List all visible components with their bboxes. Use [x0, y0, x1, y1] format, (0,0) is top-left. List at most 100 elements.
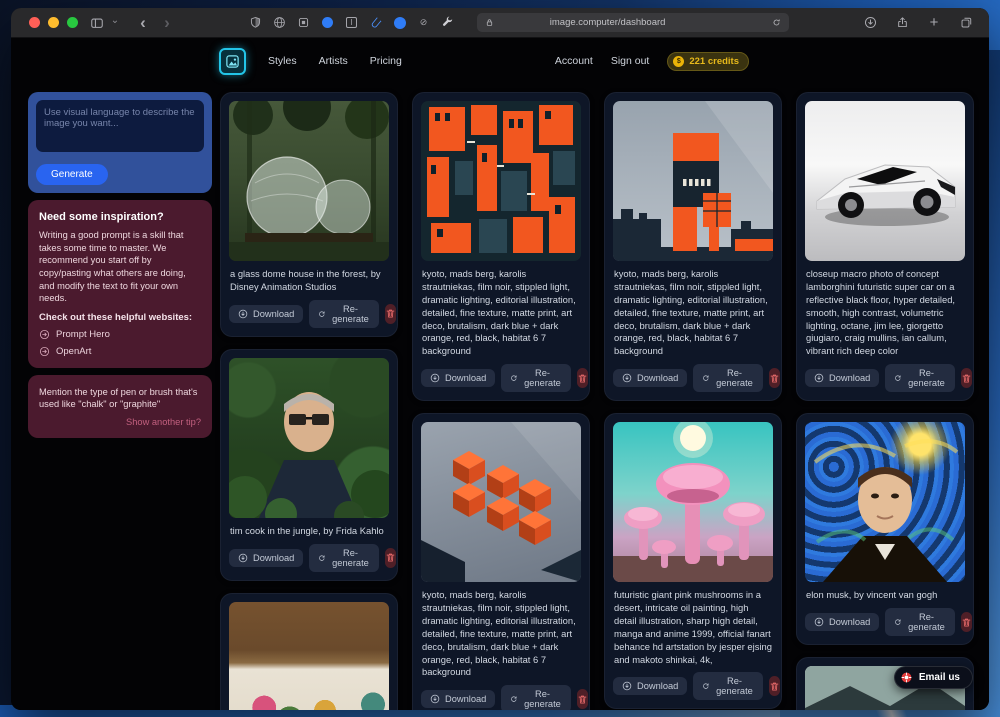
downloads-icon[interactable] — [861, 13, 879, 33]
results-grid: a glass dome house in the forest, by Dis… — [220, 92, 974, 710]
download-button[interactable]: Download — [421, 369, 495, 387]
generated-image-elon-musk[interactable] — [805, 422, 965, 582]
window-controls — [29, 17, 78, 28]
generated-image-kyoto-building[interactable] — [613, 101, 773, 261]
download-button[interactable]: Download — [613, 677, 687, 695]
regenerate-button[interactable]: Re-generate — [501, 364, 571, 392]
tab-overview-icon[interactable] — [957, 13, 975, 33]
trash-icon — [961, 373, 972, 384]
sidebar-toggle-icon[interactable] — [88, 13, 106, 33]
image-caption: a glass dome house in the forest, by Dis… — [230, 268, 388, 294]
minimize-window-button[interactable] — [48, 17, 59, 28]
download-button[interactable]: Download — [805, 613, 879, 631]
regenerate-button[interactable]: Re-generate — [693, 672, 763, 700]
inspiration-subtitle: Check out these helpful websites: — [39, 312, 201, 323]
credits-badge[interactable]: $ 221 credits — [667, 52, 749, 71]
trash-icon — [577, 373, 588, 384]
delete-button[interactable] — [769, 676, 780, 696]
grid-extension-icon[interactable] — [296, 15, 311, 30]
delete-button[interactable] — [577, 689, 588, 709]
address-bar[interactable]: image.computer/dashboard — [477, 13, 789, 32]
regenerate-button[interactable]: Re-generate — [885, 364, 955, 392]
prompt-input[interactable] — [36, 100, 204, 152]
header-right: Account Sign out $ 221 credits — [555, 52, 749, 71]
delete-button[interactable] — [961, 612, 972, 632]
grid-column: kyoto, mads berg, karolis strautniekas, … — [604, 92, 782, 710]
nav-artists[interactable]: Artists — [319, 55, 348, 67]
credits-label: 221 credits — [689, 56, 739, 67]
regenerate-button[interactable]: Re-generate — [309, 300, 379, 328]
regenerate-button[interactable]: Re-generate — [309, 544, 379, 572]
trash-icon — [385, 308, 396, 319]
app-logo-icon[interactable] — [219, 48, 246, 75]
globe-extension-icon[interactable] — [272, 15, 287, 30]
blue-dot-extension-icon[interactable] — [320, 15, 335, 30]
lifebuoy-icon — [900, 671, 913, 684]
show-another-tip-link[interactable]: Show another tip? — [39, 417, 201, 427]
image-card: kyoto, mads berg, karolis strautniekas, … — [604, 92, 782, 401]
new-tab-button[interactable]: + — [925, 13, 943, 33]
wrench-extension-icon[interactable] — [440, 15, 455, 30]
delete-button[interactable] — [961, 368, 972, 388]
card-actions: Download Re-generate — [229, 300, 389, 328]
regenerate-button[interactable]: Re-generate — [693, 364, 763, 392]
link-openart[interactable]: OpenArt — [39, 346, 201, 357]
slash-circle-extension-icon[interactable]: ⊘ — [416, 15, 431, 30]
download-icon — [814, 617, 824, 627]
account-link[interactable]: Account — [555, 55, 593, 67]
download-button[interactable]: Download — [229, 549, 303, 567]
download-button[interactable]: Download — [805, 369, 879, 387]
generate-button[interactable]: Generate — [36, 164, 108, 185]
link-prompt-hero[interactable]: Prompt Hero — [39, 329, 201, 340]
download-button[interactable]: Download — [229, 305, 303, 323]
grid-column: kyoto, mads berg, karolis strautniekas, … — [412, 92, 590, 710]
close-window-button[interactable] — [29, 17, 40, 28]
image-caption: futuristic giant pink mushrooms in a des… — [614, 589, 772, 666]
card-actions: Download Re-generate — [805, 608, 965, 636]
fullscreen-window-button[interactable] — [67, 17, 78, 28]
delete-button[interactable] — [769, 368, 780, 388]
image-caption: kyoto, mads berg, karolis strautniekas, … — [422, 268, 580, 358]
nav-styles[interactable]: Styles — [268, 55, 297, 67]
reload-icon[interactable] — [772, 18, 781, 27]
generated-image-orange-cubes[interactable] — [421, 422, 581, 582]
image-card: tim cook in the jungle, by Frida Kahlo D… — [220, 349, 398, 581]
tip-text: Mention the type of pen or brush that's … — [39, 386, 201, 411]
arrow-circle-icon — [39, 329, 50, 340]
card-actions: Download Re-generate — [421, 364, 581, 392]
chevron-down-icon[interactable]: ⌄ — [106, 11, 124, 31]
download-button[interactable]: Download — [421, 690, 495, 708]
refresh-icon — [894, 617, 902, 627]
shield-extension-icon[interactable] — [248, 15, 263, 30]
share-icon[interactable] — [893, 13, 911, 33]
download-button[interactable]: Download — [613, 369, 687, 387]
download-icon — [238, 553, 248, 563]
back-button[interactable]: ‹ — [134, 13, 152, 33]
generated-image-kyoto-city[interactable] — [421, 101, 581, 261]
image-card: closeup macro photo of concept lamborghi… — [796, 92, 974, 401]
card-actions: Download Re-generate — [229, 544, 389, 572]
delete-button[interactable] — [577, 368, 588, 388]
regenerate-button[interactable]: Re-generate — [885, 608, 955, 636]
coin-icon: $ — [673, 56, 684, 67]
generated-image-boho-interior[interactable] — [229, 602, 389, 710]
boxed-i-extension-icon[interactable]: I — [344, 15, 359, 30]
generated-image-dome-house[interactable] — [229, 101, 389, 261]
extension-glyph — [394, 17, 406, 29]
sign-out-link[interactable]: Sign out — [611, 55, 650, 67]
regenerate-button[interactable]: Re-generate — [501, 685, 571, 710]
site-header: Styles Artists Pricing Account Sign out … — [219, 38, 749, 84]
refresh-icon — [702, 681, 710, 691]
card-actions: Download Re-generate — [805, 364, 965, 392]
generated-image-lamborghini[interactable] — [805, 101, 965, 261]
email-us-button[interactable]: Email us — [894, 666, 973, 689]
forward-button[interactable]: › — [158, 13, 176, 33]
generated-image-tim-cook[interactable] — [229, 358, 389, 518]
delete-button[interactable] — [385, 304, 396, 324]
paperclip-extension-icon[interactable] — [368, 15, 383, 30]
nav-pricing[interactable]: Pricing — [370, 55, 402, 67]
delete-button[interactable] — [385, 548, 396, 568]
trash-icon — [769, 681, 780, 692]
blue-circle-extension-icon[interactable] — [392, 15, 407, 30]
generated-image-pink-mushrooms[interactable] — [613, 422, 773, 582]
